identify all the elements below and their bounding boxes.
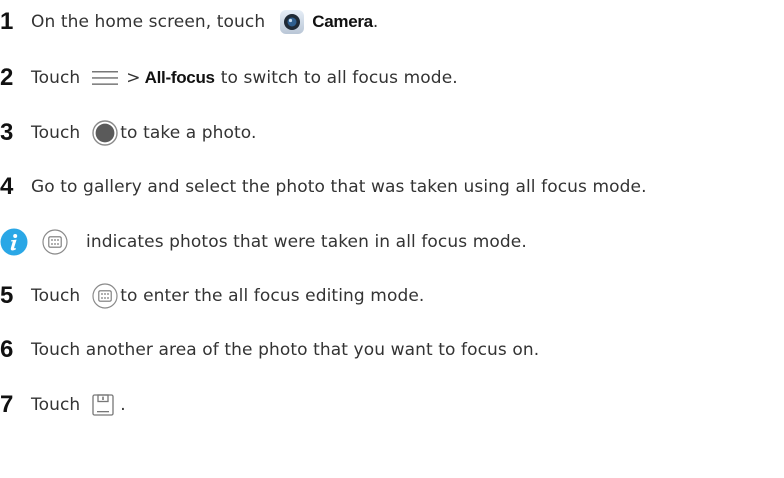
step-number: 4 xyxy=(0,173,14,200)
shutter-icon xyxy=(92,120,118,146)
all-focus-icon xyxy=(92,283,118,309)
save-icon xyxy=(92,394,114,416)
camera-app-icon xyxy=(279,9,305,35)
step-3: 3 Touch to take a photo. xyxy=(0,113,257,153)
step-text-end: to enter the all focus editing mode. xyxy=(120,286,425,306)
step-text-end: . xyxy=(372,12,379,32)
step-6: 6 Touch another area of the photo that y… xyxy=(0,330,539,370)
step-number: 6 xyxy=(0,336,14,363)
step-text: Touch xyxy=(31,68,81,88)
all-focus-icon xyxy=(42,229,68,255)
info-note: indicates photos that were taken in all … xyxy=(0,222,527,262)
step-text-end: to take a photo. xyxy=(120,123,257,143)
step-text: Touch xyxy=(31,395,81,415)
note-text: indicates photos that were taken in all … xyxy=(86,232,527,252)
step-7: 7 Touch . xyxy=(0,385,126,425)
step-text-end: to switch to all focus mode. xyxy=(220,68,458,88)
step-number: 2 xyxy=(0,64,14,91)
info-icon xyxy=(0,228,28,256)
all-focus-option: All-focus xyxy=(144,68,215,87)
step-5: 5 Touch to enter the all focus editing m… xyxy=(0,276,424,316)
step-text: On the home screen, touch xyxy=(31,12,266,32)
step-text: Touch xyxy=(31,123,81,143)
step-text: Touch another area of the photo that you… xyxy=(31,340,540,360)
step-text: Go to gallery and select the photo that … xyxy=(31,177,647,197)
camera-app-label: Camera xyxy=(312,12,373,31)
step-number: 5 xyxy=(0,282,14,309)
menu-separator: > xyxy=(126,68,141,88)
step-2: 2 Touch > All-focus to switch to all foc… xyxy=(0,58,458,98)
menu-icon xyxy=(92,70,119,86)
step-text-end: . xyxy=(120,395,126,415)
step-number: 7 xyxy=(0,391,14,418)
step-1: 1 On the home screen, touch Camera . xyxy=(0,2,378,42)
step-text: Touch xyxy=(31,286,81,306)
step-number: 3 xyxy=(0,119,14,146)
step-number: 1 xyxy=(0,8,14,35)
step-4: 4 Go to gallery and select the photo tha… xyxy=(0,167,647,207)
